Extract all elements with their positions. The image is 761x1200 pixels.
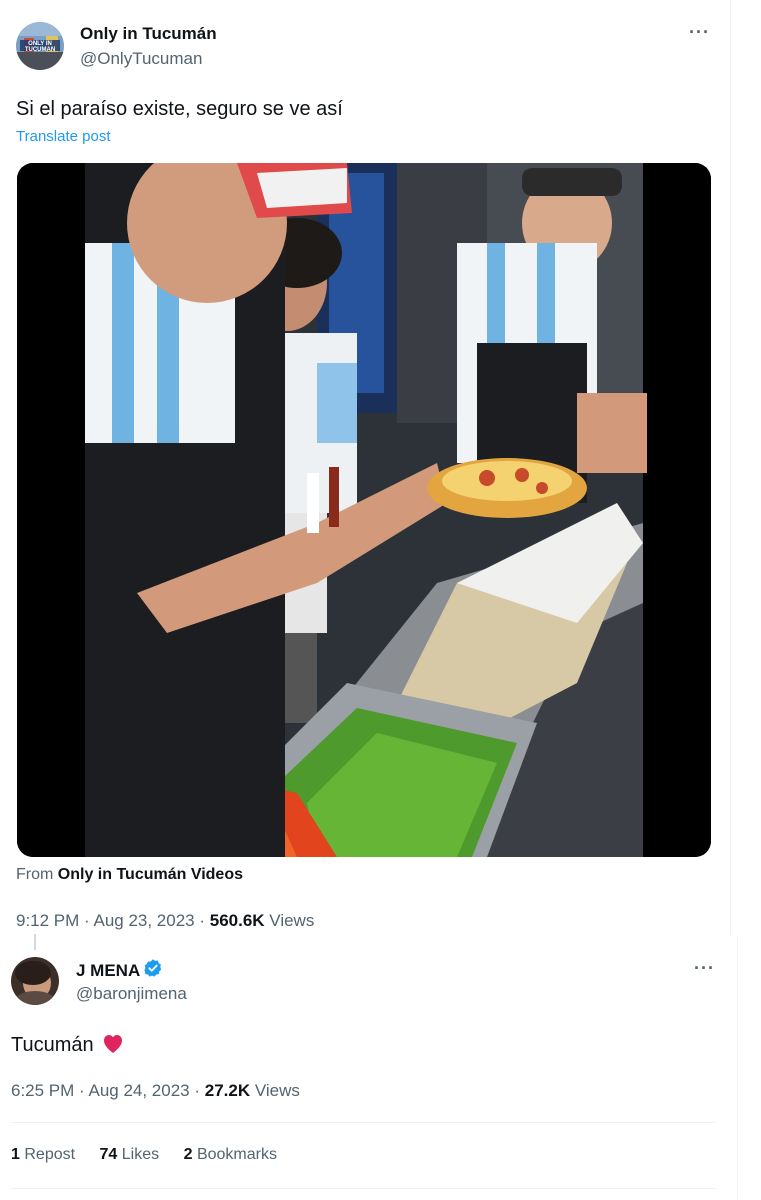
stats-divider-top [11,1122,716,1123]
translate-link[interactable]: Translate post [16,128,111,145]
more-icon[interactable]: ··· [689,22,710,43]
reply-author-name[interactable]: J MENA [76,961,140,980]
bookmarks-label: Bookmarks [196,1146,277,1163]
author-avatar-logo-text: ONLY IN TUCUMAN [24,41,56,53]
reply-views-count: 27.2K [204,1081,251,1100]
column-border [737,935,738,1200]
author-name[interactable]: Only in Tucumán [80,24,217,44]
reposts-label: Repost [24,1146,76,1163]
reply-timestamp-row: 6:25 PM · Aug 24, 2023 · 27.2K Views [11,1081,300,1101]
tweet-timestamp-row: 9:12 PM · Aug 23, 2023 · 560.6K Views [16,911,314,931]
thread-connector [34,934,36,950]
heart-icon [104,1035,123,1053]
verified-badge-icon [144,959,162,977]
reply-views-label: Views [250,1081,300,1100]
tweet-timestamp[interactable]: 9:12 PM · Aug 23, 2023 · [16,911,210,930]
reply-author-handle[interactable]: @baronjimena [76,984,187,1004]
tweet-views-count: 560.6K [209,911,265,930]
bookmarks-stat[interactable]: 2 Bookmarks [184,1146,277,1163]
likes-count: 74 [99,1146,118,1163]
likes-label: Likes [121,1146,160,1163]
reply-text-row: Tucumán [11,1032,125,1057]
reply-avatar-image [11,957,59,1005]
author-avatar[interactable]: ONLY IN TUCUMAN [16,22,64,70]
likes-stat[interactable]: 74 Likes [100,1146,160,1163]
video-source: From Only in Tucumán Videos [16,866,243,884]
stats-divider-bottom [11,1188,716,1189]
reply-author-name-row: J MENA [76,958,163,981]
video-frame-image [17,163,711,857]
reposts-stat[interactable]: 1 Repost [11,1146,75,1163]
column-border [730,0,731,935]
tweet-views-label: Views [264,911,315,930]
author-handle[interactable]: @OnlyTucuman [80,49,202,69]
reply-more-icon[interactable]: ··· [694,958,715,979]
reply-author-avatar[interactable] [11,957,59,1005]
reposts-count: 1 [11,1146,20,1163]
reply-timestamp[interactable]: 6:25 PM · Aug 24, 2023 · [11,1081,205,1100]
reply-text: Tucumán [11,1034,94,1056]
video-source-link[interactable]: Only in Tucumán Videos [58,866,243,883]
reply-stats-row: 1 Repost 74 Likes 2 Bookmarks [11,1146,277,1164]
tweet-text: Si el paraíso existe, seguro se ve así [16,98,343,120]
bookmarks-count: 2 [183,1146,193,1163]
video-source-prefix: From [16,866,54,883]
tweet-video[interactable] [17,163,711,857]
